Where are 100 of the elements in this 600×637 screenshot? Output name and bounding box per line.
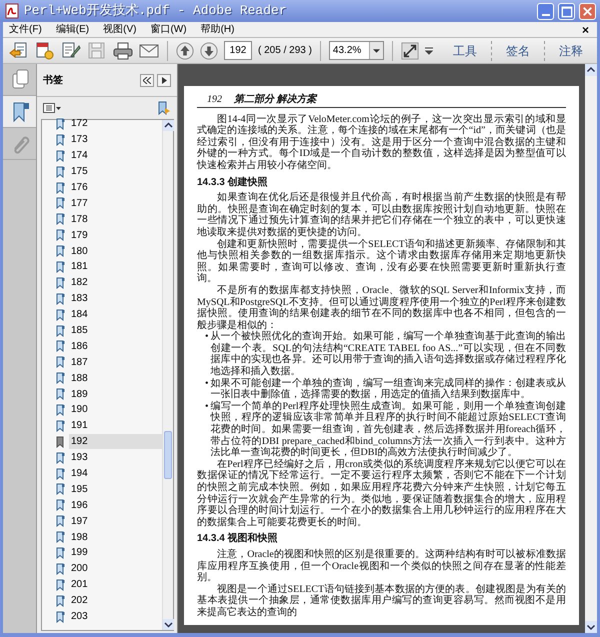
bullet-marker: •: [205, 400, 209, 414]
maximize-button[interactable]: [558, 2, 575, 20]
bookmark-item[interactable]: 188: [69, 370, 162, 386]
bookmark-icon: [56, 292, 65, 305]
bookmark-item[interactable]: 203: [69, 609, 162, 624]
bookmark-item[interactable]: 186: [69, 338, 162, 354]
page-number-field[interactable]: 192: [224, 41, 252, 60]
menu-item[interactable]: 帮助(H): [200, 22, 234, 37]
paragraph: 如果查询在优化后还是很慢并且代价高，有时根据当前产生数据的快照是有帮助的。快照是查询在确定时刻的复本，可以由数据库按照计划自动地更新。快照在一些情况下通过预先计算查询的结果并把它们存储在一个独立的表中，可以更快速地读取来提供对数据的更快捷的访问。: [197, 192, 566, 238]
collapse-panel-button[interactable]: [140, 74, 154, 86]
close-document-button[interactable]: ×: [580, 24, 591, 36]
task-pane-button[interactable]: 签名: [498, 42, 538, 60]
bookmark-item[interactable]: 202: [69, 593, 162, 608]
running-head: 第二部分 解决方案: [234, 94, 316, 106]
panel-title: 书签: [43, 74, 64, 88]
close-button[interactable]: [579, 2, 596, 20]
more-tools-caret-icon[interactable]: [424, 46, 433, 54]
scroll-up-icon[interactable]: [585, 64, 597, 76]
bookmark-item[interactable]: 190: [69, 402, 162, 418]
bookmark-item[interactable]: 191: [69, 418, 162, 434]
bookmark-icon: [56, 420, 65, 432]
minimize-button[interactable]: [537, 2, 554, 20]
bookmark-item[interactable]: 193: [69, 450, 162, 466]
bookmark-icon: [56, 182, 65, 194]
bookmark-icon: [56, 388, 65, 400]
scroll-down-icon[interactable]: [585, 621, 597, 633]
section-heading: 14.3.3 创建快照: [197, 176, 269, 188]
open-document-icon[interactable]: [9, 40, 29, 60]
task-pane-button[interactable]: 工具: [445, 42, 485, 60]
bookmark-icon: [56, 546, 65, 559]
bookmark-icon: [56, 118, 65, 130]
bookmark-item[interactable]: 180: [69, 244, 162, 259]
expand-arrows-icon[interactable]: [400, 42, 419, 60]
bookmark-item[interactable]: 177: [69, 196, 162, 211]
bookmark-icon: [56, 562, 65, 575]
menu-item[interactable]: 窗口(W): [150, 22, 187, 37]
bookmark-icon: [56, 610, 65, 623]
bookmark-item[interactable]: 181: [69, 259, 162, 274]
bookmark-item[interactable]: 179: [69, 228, 162, 243]
printer-icon[interactable]: [113, 40, 133, 60]
bullet-marker: •: [205, 331, 209, 344]
bookmark-icon: [56, 166, 65, 178]
panel-menu-button[interactable]: [157, 74, 171, 86]
scroll-down-icon[interactable]: [163, 619, 174, 630]
bookmark-icon: [56, 260, 65, 273]
bookmark-item[interactable]: 178: [69, 212, 162, 227]
scroll-up-icon[interactable]: [163, 120, 174, 131]
bookmark-item[interactable]: 173: [69, 132, 162, 148]
bookmark-item[interactable]: 196: [69, 498, 162, 513]
bookmark-icon: [56, 468, 65, 480]
task-pane-button[interactable]: 注释: [551, 42, 591, 60]
bookmark-icon: [56, 213, 65, 226]
bookmark-item[interactable]: 183: [69, 291, 162, 306]
bookmark-item[interactable]: 195: [69, 482, 162, 497]
bookmark-item[interactable]: 197: [69, 514, 162, 529]
paragraph: 在Perl程序已经编好之后，用cron或类似的系统调度程序来规划它以便它可以在数据保证的情况下经常运行。一定不要运行程序太频繁，否则它不能在下一个计划的快照之前完成本快照。例如，如果应用程序花费六分钟来产生快照，计划它每五分钟运行一次就会产生异常的行为。类似地，要保证随着数据集合的增大，应用程序要以合理的时间计划运行。一个在小的数据集合上用几秒钟运行的应用程序在大的数据集合上可能要花费更长的时间。: [197, 458, 566, 528]
bookmark-icon: [56, 483, 65, 496]
bookmark-item[interactable]: 172: [69, 116, 162, 132]
bullet-marker: •: [205, 378, 209, 391]
paragraph: 不是所有的数据库都支持快照，Oracle、微软的SQL Server和Informix支持，而MySQL和PostgreSQL不支持。但可以通过调度程序使用一个独立的Perl程序来创建数据快照。使用查询的结果创建表的细节在不同的数据库中也各不相同，但包含的一般步骤是相似的：: [197, 284, 566, 331]
double-chevron-icon: [143, 76, 151, 84]
bookmark-item[interactable]: 198: [69, 530, 162, 545]
bookmark-item[interactable]: 174: [69, 148, 162, 164]
bookmark-icon: [56, 356, 65, 368]
bookmark-item[interactable]: 176: [69, 180, 162, 195]
bookmark-item[interactable]: 199: [69, 545, 162, 560]
scroll-thumb[interactable]: [164, 431, 172, 479]
bookmark-item[interactable]: 201: [69, 577, 162, 592]
maximize-icon: [559, 4, 574, 18]
bookmark-item[interactable]: 185: [69, 323, 162, 338]
menu-item[interactable]: 编辑(E): [56, 22, 90, 37]
menu-item[interactable]: 文件(F): [9, 22, 42, 37]
bookmark-item[interactable]: 189: [69, 386, 162, 402]
bookmarks-tab[interactable]: [3, 96, 36, 128]
minimize-icon: [542, 14, 550, 16]
bookmark-icon: [56, 452, 65, 464]
bookmark-item[interactable]: 194: [69, 466, 162, 482]
pdf-document-icon: [4, 3, 20, 19]
bookmark-item[interactable]: 182: [69, 275, 162, 290]
page-number: 192: [207, 94, 222, 106]
paragraph: 注意，Oracle的视图和快照的区别是很重要的。这两种结构有时可以被标准数据库应用程序互换使用，但一个Oracle视图和一个类似的快照之间存在显著的性能差别。: [197, 548, 566, 584]
list-item: 从一个被快照优化的查询开始。如果可能，编写一个单独查询基于此查询的输出创建一个表。SQL的句法结构“CREATE TABEL foo AS...”可以实现，但在不同数据库中的实现也各异。还可以用带于查询的插入语句选择数据或存储过程程序化地选择和插入数据。: [210, 331, 566, 378]
document-pencil-icon[interactable]: [61, 40, 81, 60]
menu-item[interactable]: 视图(V): [103, 22, 136, 37]
bookmark-icon: [56, 134, 65, 146]
list-item: 编写一个简单的Perl程序处理快照生成查询。如果可能，则用一个单独查询创建快照，程序的逻辑应该非常简单并且程序的执行时间不能超过原始SELECT查询花费的时间。如果需要一组查询，首先创建表，然后选择数据并用foreach循环，带占位符的DBI prepare_cached和bind_columns方法一次插入一行到表中。这种方法比单一查询花费的时间更长，但DBI的高效方法使执行时间减少了。: [210, 400, 566, 458]
bookmark-icon: [56, 324, 65, 337]
paragraph: 视图是一个通过SELECT语句链接到基本数据的方便的表。创建视图是为有关的基本表提供一个抽象层，通常使数据库用户编写的查询更容易写。然而视图不是用来提高它表达的查询的: [197, 584, 566, 619]
list-options-icon[interactable]: [43, 103, 61, 113]
bookmark-icon: [56, 150, 65, 162]
bookmark-options-icon[interactable]: [157, 101, 171, 115]
caret-icon: [372, 48, 380, 52]
zoom-field[interactable]: 43.2%: [328, 41, 384, 60]
bookmark-item[interactable]: 175: [69, 164, 162, 180]
bookmark-item[interactable]: 192: [69, 434, 162, 450]
bookmark-icon: [56, 245, 65, 258]
triangle-icon: [162, 76, 166, 84]
bookmark-item[interactable]: 187: [69, 354, 162, 370]
bookmark-item[interactable]: 200: [69, 561, 162, 576]
bookmark-item[interactable]: 184: [69, 307, 162, 322]
